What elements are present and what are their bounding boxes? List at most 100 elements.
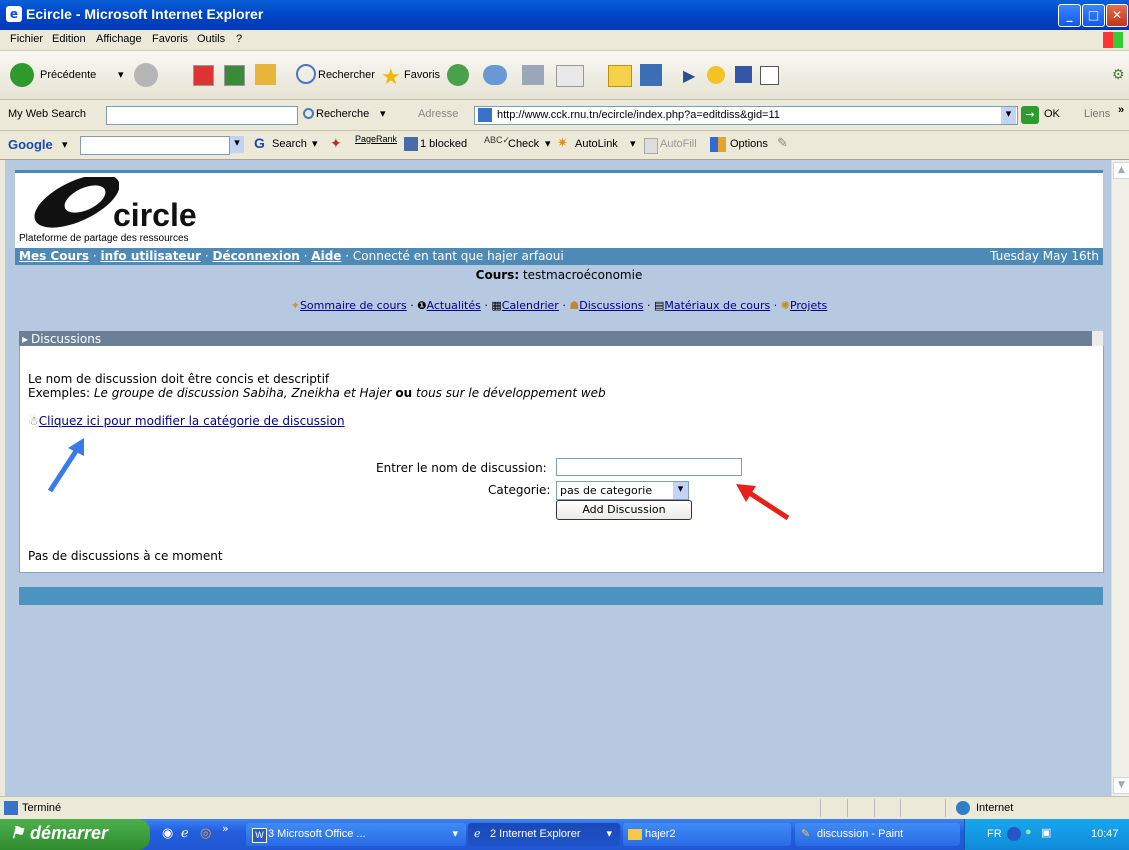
task-hajer2[interactable]: hajer2 [623,823,791,846]
messenger-icon[interactable] [707,66,725,84]
quicklaunch-more-icon[interactable]: » [222,822,229,835]
address-dropdown-icon[interactable]: ▾ [1001,107,1016,124]
my-web-search-input[interactable] [106,106,298,125]
google-logo-dropdown-icon[interactable]: ▾ [62,138,68,151]
user-nav-bar: Mes Cours · info utilisateur · Déconnexi… [15,248,1103,265]
menu-affichage[interactable]: Affichage [96,33,142,45]
notes-icon[interactable] [608,65,632,87]
quicklaunch-media-icon[interactable]: ◎ [200,826,211,841]
aide-link[interactable]: Aide [311,249,341,263]
menu-outils[interactable]: Outils [197,33,225,45]
calendrier-link[interactable]: Calendrier [502,299,559,312]
recherche-dropdown-icon[interactable]: ▾ [380,107,386,120]
add-discussion-button[interactable]: Add Discussion [556,500,692,520]
actualites-link[interactable]: Actualités [427,299,481,312]
address-input[interactable]: http://www.cck.rnu.tn/ecircle/index.php?… [474,106,1018,125]
home-icon[interactable] [255,64,276,85]
logo-text: circle [113,197,197,233]
category-select[interactable]: pas de categorie ▾ [556,481,689,500]
task-paint[interactable]: ✎ discussion - Paint [795,823,960,846]
search-button[interactable]: Rechercher [318,69,375,81]
back-button[interactable]: Précédente [40,69,96,81]
window-title-bar[interactable]: e Ecircle - Microsoft Internet Explorer … [0,0,1129,30]
ie-page-icon[interactable] [760,66,779,85]
options-icon [710,137,726,152]
start-button[interactable]: ⚑ démarrer [0,819,150,850]
google-search-input[interactable] [80,136,230,155]
quicklaunch-ie-icon[interactable]: ℯ [181,826,189,841]
autolink-dropdown-icon[interactable]: ▾ [630,137,636,150]
discussion-form-panel: Le nom de discussion doit être concis et… [19,346,1104,573]
minimize-button[interactable]: _ [1058,4,1081,27]
mes-cours-link[interactable]: Mes Cours [19,249,89,263]
print-icon[interactable] [522,65,544,85]
history-icon[interactable] [447,64,469,86]
word-icon[interactable] [556,65,584,87]
google-logo[interactable]: Google [8,137,53,152]
pencil-icon[interactable]: ✎ [777,135,788,151]
options-button[interactable]: Options [730,138,768,150]
address-url: http://www.cck.rnu.tn/ecircle/index.php?… [497,109,780,121]
research-icon[interactable] [640,64,662,86]
tray-display-icon[interactable]: ▣ [1041,826,1051,839]
check-button[interactable]: Check [508,138,539,150]
toolbar-extra-icon[interactable]: ⚙ [1112,66,1125,83]
scroll-up-icon[interactable]: ▲ [1113,162,1129,179]
sommaire-link[interactable]: Sommaire de cours [300,299,407,312]
task-group-arrow-icon: ▾ [606,828,612,840]
popups-blocked[interactable]: 1 blocked [420,138,467,150]
materiaux-link[interactable]: Matériaux de cours [664,299,770,312]
forward-arrow-icon[interactable] [134,63,158,87]
quicklaunch-desktop-icon[interactable]: ◉ [162,826,173,841]
autofill-button[interactable]: AutoFill [660,138,697,150]
close-button[interactable]: ✕ [1106,4,1128,27]
projets-link[interactable]: Projets [790,299,827,312]
go-arrow-icon[interactable]: → [1021,106,1039,124]
more-links-icon[interactable]: » [1118,104,1124,116]
system-tray: FR ● ▣ 10:47 [964,819,1129,850]
category-dropdown-icon[interactable]: ▾ [673,482,688,499]
back-arrow-icon[interactable] [10,63,34,87]
play-icon[interactable]: ▶ [683,66,695,86]
modify-category-link[interactable]: Cliquez ici pour modifier la catégorie d… [39,414,345,428]
task-microsoft-office[interactable]: W 3 Microsoft Office ... ▾ [246,823,466,846]
vertical-scrollbar[interactable]: ▲ ▼ [1111,160,1129,796]
maximize-button[interactable]: □ [1082,4,1105,27]
deconnexion-link[interactable]: Déconnexion [213,249,300,263]
info-utilisateur-link[interactable]: info utilisateur [101,249,202,263]
refresh-icon[interactable] [224,65,245,86]
back-dropdown-icon[interactable]: ▾ [118,68,124,81]
google-search-button[interactable]: Search [272,138,307,150]
course-name: testmacroéconomie [522,268,643,282]
search-dropdown-icon[interactable]: ▾ [312,137,318,150]
favorites-button[interactable]: Favoris [404,69,440,81]
check-dropdown-icon[interactable]: ▾ [545,137,551,150]
menu-favoris[interactable]: Favoris [152,33,188,45]
autolink-button[interactable]: AutoLink [575,138,618,150]
separator: · [345,249,353,263]
menu-fichier[interactable]: Fichier [10,33,43,45]
scroll-down-icon[interactable]: ▼ [1113,777,1129,794]
tray-network-icon[interactable] [1007,827,1021,841]
google-dropdown-icon[interactable]: ▾ [230,136,244,153]
monitor-icon[interactable] [735,66,752,83]
menu-edition[interactable]: Edition [52,33,86,45]
category-label: Categorie: [488,483,551,497]
recherche-button[interactable]: Recherche [316,108,369,120]
red-arrow-annotation [736,484,790,521]
mail-icon[interactable] [483,65,507,85]
search-icon[interactable] [296,64,316,84]
tray-messenger-icon[interactable]: ● [1025,826,1032,838]
news-icon[interactable]: ✦ [330,135,342,152]
discussions-icon: ☗ [569,299,580,312]
discussions-link[interactable]: Discussions [579,299,643,312]
pagerank-label[interactable]: PageRank [355,134,397,144]
task-internet-explorer[interactable]: ℯ 2 Internet Explorer ▾ [468,823,620,846]
links-label[interactable]: Liens [1084,108,1110,120]
discussion-name-input[interactable] [556,458,742,476]
go-button[interactable]: OK [1044,108,1060,120]
menu-help[interactable]: ? [236,33,242,45]
stop-icon[interactable] [193,65,214,86]
language-indicator[interactable]: FR [987,828,1002,840]
start-label: démarrer [30,823,109,843]
